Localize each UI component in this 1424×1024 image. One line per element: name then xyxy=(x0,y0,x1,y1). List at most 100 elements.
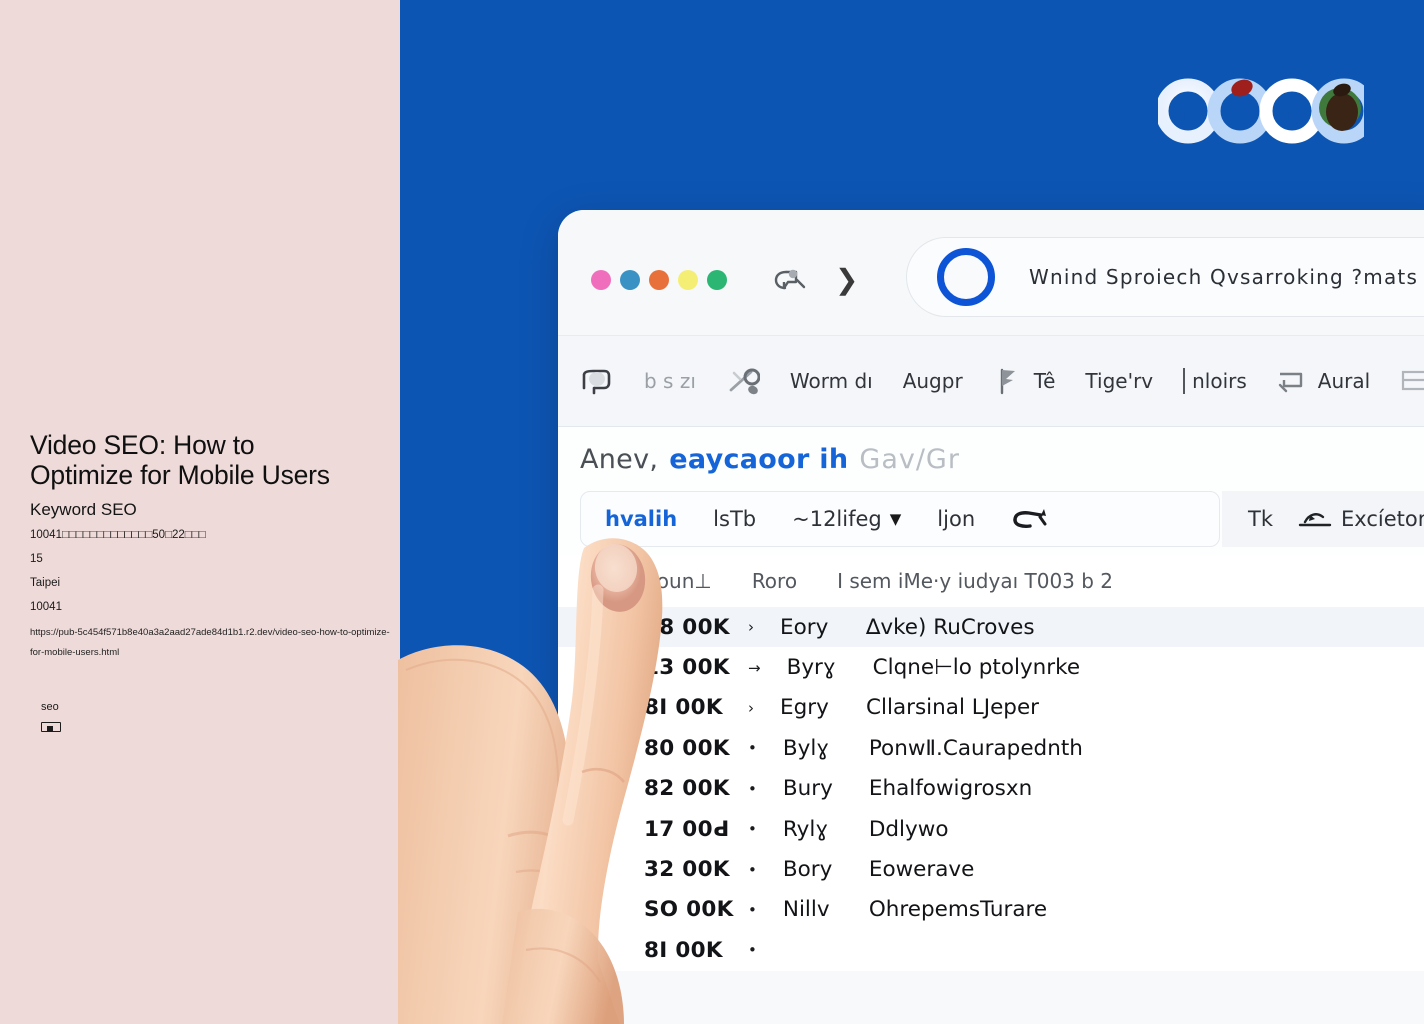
address-bar[interactable]: Wnind Sproiech Qvsarroking ?mats Qitl ·· xyxy=(906,237,1424,317)
cursor-icon xyxy=(1013,509,1047,528)
abstract-rings-logo xyxy=(1155,78,1377,144)
toolbar-divider xyxy=(1183,368,1186,394)
filter-dropdown-label: ~12lifeg xyxy=(792,507,882,531)
toolbar-item-5[interactable]: Augpr xyxy=(903,369,963,393)
meta-postal: 10041 xyxy=(30,601,62,613)
meta-number: 15 xyxy=(30,553,43,565)
toolbar-item-7[interactable]: Tige'rv xyxy=(1085,369,1153,393)
toolbar-icon-10[interactable] xyxy=(1400,366,1424,396)
column-header-desc: I sem iMe·y iudyaı T003 b 2 xyxy=(837,569,1114,593)
card-glyph-icon xyxy=(41,722,61,732)
row-trend-arrow-icon: → xyxy=(748,658,761,677)
blue-ring-icon xyxy=(937,248,995,306)
scissors-icon xyxy=(729,368,760,395)
article-info-panel: Video SEO: How to Optimize for Mobile Us… xyxy=(0,0,400,1024)
toolbar-item-9[interactable]: Aural xyxy=(1277,366,1370,396)
row-trend-arrow-icon: • xyxy=(748,860,757,879)
table-row[interactable]: 80 00K • Bylɣ PonwⅡ.Caurapednth xyxy=(558,728,1424,768)
row-code: Nillv xyxy=(782,897,830,923)
toolbar-item-2[interactable]: b s zı xyxy=(644,369,696,393)
toolbar-item-8-label: nloirs xyxy=(1192,369,1247,393)
chevron-right-icon[interactable]: ❯ xyxy=(835,266,858,294)
filter-tab-active[interactable]: hvalih xyxy=(605,507,677,531)
dot-yellow[interactable] xyxy=(678,270,698,290)
row-code: Rylɣ xyxy=(782,816,829,842)
dot-blue[interactable] xyxy=(620,270,640,290)
nav-buttons: ❯ xyxy=(773,265,858,295)
table-outline-icon xyxy=(1402,370,1424,391)
results-table: 68 00K › Eory ∆vke) RuCroves 13 00K → Byrɣ Clqn… xyxy=(558,607,1424,971)
row-volume: 13 00K xyxy=(644,655,730,681)
row-code: Byrɣ xyxy=(786,655,836,681)
filter-tab-4[interactable]: ljon xyxy=(937,507,975,531)
filter-icon-5[interactable] xyxy=(1011,504,1051,534)
row-code: Bury xyxy=(782,776,833,802)
dot-orange[interactable] xyxy=(649,270,669,290)
headline-part-blue: eaycaoor ih xyxy=(669,443,849,475)
row-description: ∆vke) RuCroves xyxy=(866,614,1035,640)
headline-part-dark: Anev, xyxy=(580,443,659,475)
table-row[interactable]: 8Ӏ 00K • xyxy=(558,930,1424,970)
row-code: Egry xyxy=(780,695,829,721)
filter-right-2-label: Excíetonı xyxy=(1341,507,1424,531)
column-header-code: Roro xyxy=(751,569,798,593)
filter-tab-2[interactable]: lsTb xyxy=(713,507,756,531)
row-trend-arrow-icon: • xyxy=(748,820,757,839)
filter-dropdown[interactable]: ~12lifeg ▼ xyxy=(792,507,901,531)
meta-city: Taipei xyxy=(30,577,61,589)
article-tag: seo xyxy=(41,701,59,713)
filter-bar-right: Tk Excíetonı xyxy=(1222,491,1424,547)
bracket-icon xyxy=(1278,372,1302,393)
toolbar-icon-1[interactable] xyxy=(580,366,614,396)
address-bar-value: Wnind Sproiech Qvsarroking ?mats Qitl xyxy=(1029,265,1424,289)
row-trend-arrow-icon: › xyxy=(748,698,754,717)
row-volume: SO 00K xyxy=(644,897,734,923)
browser-mockup-window: ❯ Wnind Sproiech Qvsarroking ?mats Qitl … xyxy=(558,210,1424,1024)
table-column-headers: Hly oun⊥ Roro I sem iMe·y iudyaı T003 b … xyxy=(558,555,1424,607)
row-description: Cllarsinal LJeper xyxy=(866,695,1040,721)
table-row[interactable]: 68 00K › Eory ∆vke) RuCroves xyxy=(558,607,1424,648)
page-headline: Anev, eaycaoor ih Gav/Gr xyxy=(558,427,1424,491)
row-trend-arrow-icon: • xyxy=(748,779,757,798)
column-header-volume: Hly oun⊥ xyxy=(618,569,712,593)
headline-part-grey: Gav/Gr xyxy=(859,443,960,475)
page-title: Video SEO: How to Optimize for Mobile Us… xyxy=(30,430,330,490)
row-description: Ehalfowigrosxn xyxy=(868,776,1033,802)
table-row[interactable]: SO 00K • Nillv OhrepemsTurare xyxy=(558,890,1424,930)
dot-pink[interactable] xyxy=(591,270,611,290)
row-code: Bylɣ xyxy=(782,735,830,761)
row-volume: 8I 00K xyxy=(644,695,723,721)
table-row[interactable]: 17 00Ԁ • Rylɣ Ddlywo xyxy=(558,809,1424,849)
row-trend-arrow-icon: • xyxy=(748,739,757,758)
row-volume: 80 00K xyxy=(644,735,730,761)
dot-green[interactable] xyxy=(707,270,727,290)
table-row[interactable]: 13 00K → Byrɣ Clqne⊢lo ptolynrke xyxy=(558,647,1424,687)
filter-right-2[interactable]: Excíetonı xyxy=(1297,507,1424,531)
toolbar-item-6[interactable]: Tê xyxy=(993,366,1055,396)
back-speech-glyph-icon[interactable] xyxy=(773,265,807,295)
toolbar-item-8[interactable]: nloirs xyxy=(1183,368,1247,394)
row-volume: 82 00K xyxy=(644,776,730,802)
chevron-down-icon: ▼ xyxy=(889,510,902,528)
flag-icon xyxy=(1000,368,1015,395)
table-row[interactable]: 82 00K • Bury Ehalfowigrosxn xyxy=(558,769,1424,809)
table-row[interactable]: 32 00K • Bory Eowerave xyxy=(558,849,1424,889)
meta-line: 10041□□□□□□□□□□□□□50□22□□□ xyxy=(30,529,206,541)
browser-toolbar: b s zı Worm dı Augpr Tê Tige'rv nloirs A… xyxy=(558,335,1424,427)
row-description: Ddlywo xyxy=(868,816,949,842)
toolbar-icon-3[interactable] xyxy=(726,366,760,396)
row-description: Eowerave xyxy=(868,857,975,883)
row-description: Clqne⊢lo ptolynrke xyxy=(872,655,1081,681)
table-row[interactable]: 8I 00K › Egry Cllarsinal LJeper xyxy=(558,688,1424,728)
row-trend-arrow-icon: › xyxy=(748,618,754,637)
row-volume: 32 00K xyxy=(644,857,730,883)
filter-bar-region: hvalih lsTb ~12lifeg ▼ ljon Tk Excíeto xyxy=(558,491,1424,555)
screenshot-stage: ❯ Wnind Sproiech Qvsarroking ?mats Qitl … xyxy=(0,0,1424,1024)
toolbar-item-4[interactable]: Worm dı xyxy=(790,369,873,393)
row-description: OhrepemsTurare xyxy=(868,897,1048,923)
window-controls[interactable] xyxy=(591,270,727,290)
row-trend-arrow-icon: • xyxy=(748,941,757,960)
filter-right-1[interactable]: Tk xyxy=(1248,507,1273,531)
article-url[interactable]: https://pub-5c454f571b8e40a3a2aad27ade84… xyxy=(30,623,392,663)
row-volume: 8Ӏ 00K xyxy=(644,937,723,963)
